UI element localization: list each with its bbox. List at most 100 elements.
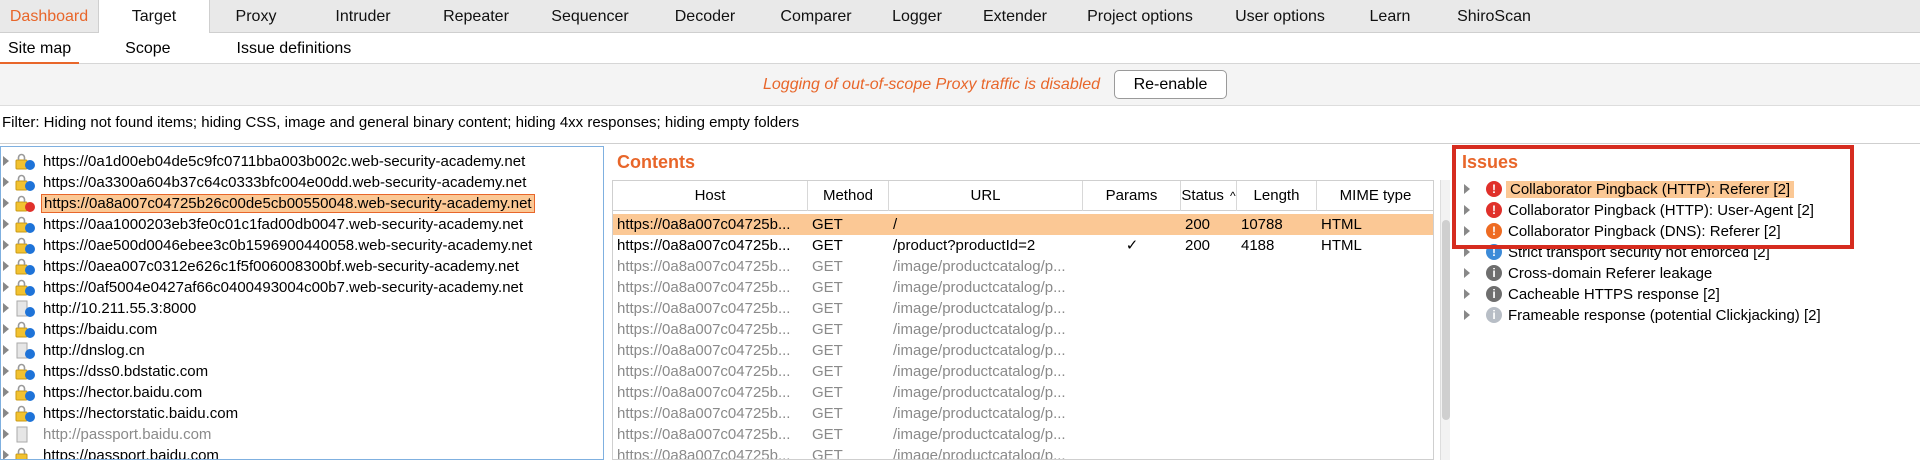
- table-row[interactable]: https://0a8a007c04725b... GET/image/produ…: [613, 340, 1433, 361]
- site-tree-item[interactable]: https://0a1d00eb04de5c9fc0711bba003b002c…: [1, 151, 603, 172]
- table-row[interactable]: https://0a8a007c04725b... GET/image/produ…: [613, 382, 1433, 403]
- cell-host: https://0a8a007c04725b...: [617, 342, 791, 359]
- expand-arrow-icon[interactable]: [1464, 184, 1470, 194]
- lock-blue-dot-icon: [15, 237, 37, 255]
- expand-arrow-icon[interactable]: [3, 177, 9, 187]
- expand-arrow-icon[interactable]: [3, 387, 9, 397]
- column-header-url[interactable]: URL: [889, 181, 1083, 211]
- site-tree-item[interactable]: https://baidu.com: [1, 319, 603, 340]
- tab-extender[interactable]: Extender: [960, 0, 1070, 33]
- expand-arrow-icon[interactable]: [3, 366, 9, 376]
- scrollbar-thumb[interactable]: [1442, 220, 1450, 420]
- column-header-params[interactable]: Params: [1083, 181, 1181, 211]
- tab-project-options[interactable]: Project options: [1070, 0, 1210, 33]
- site-tree-item[interactable]: https://0ae500d0046ebee3c0b1596900440058…: [1, 235, 603, 256]
- site-tree-item[interactable]: https://passport.baidu.com: [1, 445, 603, 459]
- table-row[interactable]: https://0a8a007c04725b... GET/image/produ…: [613, 298, 1433, 319]
- column-header-label: Length: [1253, 187, 1300, 204]
- tab-user-options[interactable]: User options: [1210, 0, 1350, 33]
- tab-sequencer[interactable]: Sequencer: [528, 0, 652, 33]
- issue-item[interactable]: i Frameable response (potential Clickjack…: [1462, 305, 1912, 326]
- tab-comparer[interactable]: Comparer: [758, 0, 874, 33]
- tab-proxy[interactable]: Proxy: [210, 0, 302, 33]
- site-tree-item[interactable]: https://hectorstatic.baidu.com: [1, 403, 603, 424]
- filter-bar[interactable]: Filter: Hiding not found items; hiding C…: [0, 106, 1920, 144]
- expand-arrow-icon[interactable]: [1464, 205, 1470, 215]
- subtab-site-map[interactable]: Site map: [0, 33, 80, 64]
- tab-target[interactable]: Target: [98, 0, 210, 33]
- column-header-host[interactable]: Host: [613, 181, 808, 211]
- page-blue-dot-icon: [15, 342, 37, 360]
- expand-arrow-icon[interactable]: [3, 429, 9, 439]
- tab-logger[interactable]: Logger: [874, 0, 960, 33]
- table-row[interactable]: https://0a8a007c04725b... GET/image/produ…: [613, 277, 1433, 298]
- table-row[interactable]: https://0a8a007c04725b... GET/image/produ…: [613, 403, 1433, 424]
- site-tree-item[interactable]: https://0aa1000203eb3fe0c01c1fad00db0047…: [1, 214, 603, 235]
- issue-item[interactable]: ! Collaborator Pingback (DNS): Referer [2…: [1462, 221, 1912, 242]
- expand-arrow-icon[interactable]: [3, 198, 9, 208]
- table-row[interactable]: https://0a8a007c04725b... GET/image/produ…: [613, 361, 1433, 382]
- expand-arrow-icon[interactable]: [1464, 268, 1470, 278]
- site-tree-item-label: https://0a1d00eb04de5c9fc0711bba003b002c…: [43, 153, 526, 170]
- lock-blue-dot-icon: [15, 279, 37, 297]
- expand-arrow-icon[interactable]: [3, 345, 9, 355]
- expand-arrow-icon[interactable]: [3, 261, 9, 271]
- expand-arrow-icon[interactable]: [1464, 289, 1470, 299]
- expand-arrow-icon[interactable]: [3, 282, 9, 292]
- subtab-scope[interactable]: Scope: [117, 33, 178, 64]
- site-tree-item[interactable]: https://dss0.bdstatic.com: [1, 361, 603, 382]
- expand-arrow-icon[interactable]: [3, 303, 9, 313]
- sub-tab-bar: Site map Scope Issue definitions: [0, 33, 1920, 64]
- tab-intruder[interactable]: Intruder: [302, 0, 424, 33]
- table-row[interactable]: https://0a8a007c04725b... GET / 200 10788 HTM…: [613, 214, 1433, 235]
- tab-decoder[interactable]: Decoder: [652, 0, 758, 33]
- issue-item[interactable]: ! Strict transport security not enforced …: [1462, 242, 1912, 263]
- expand-arrow-icon[interactable]: [1464, 247, 1470, 257]
- site-tree-item[interactable]: http://passport.baidu.com: [1, 424, 603, 445]
- table-row[interactable]: https://0a8a007c04725b... GET/product?pro…: [613, 235, 1433, 256]
- tab-dashboard[interactable]: Dashboard: [0, 0, 98, 33]
- site-tree-item[interactable]: http://dnslog.cn: [1, 340, 603, 361]
- column-header-length[interactable]: Length: [1237, 181, 1317, 211]
- subtab-issue-definitions[interactable]: Issue definitions: [229, 33, 360, 64]
- cell-url: /image/productcatalog/p...: [893, 447, 1066, 460]
- table-row[interactable]: https://0a8a007c04725b... GET/image/produ…: [613, 424, 1433, 445]
- table-row[interactable]: https://0a8a007c04725b... GET/image/produ…: [613, 256, 1433, 277]
- expand-arrow-icon[interactable]: [3, 324, 9, 334]
- table-row[interactable]: https://0a8a007c04725b... GET/image/produ…: [613, 445, 1433, 460]
- lock-blue-dot-icon: [15, 321, 37, 339]
- site-tree-item[interactable]: http://10.211.55.3:8000: [1, 298, 603, 319]
- cell-method: GET: [812, 384, 843, 401]
- issue-item[interactable]: ! Collaborator Pingback (HTTP): Referer […: [1462, 179, 1912, 200]
- tab-shiroscan[interactable]: ShiroScan: [1430, 0, 1558, 33]
- expand-arrow-icon[interactable]: [3, 240, 9, 250]
- tab-repeater[interactable]: Repeater: [424, 0, 528, 33]
- site-tree-item[interactable]: https://0a3300a604b37c64c0333bfc004e00dd…: [1, 172, 603, 193]
- issue-item[interactable]: ! Collaborator Pingback (HTTP): User-Agen…: [1462, 200, 1912, 221]
- site-map-tree[interactable]: https://0a1d00eb04de5c9fc0711bba003b002c…: [0, 146, 604, 460]
- cell-length: 10788: [1241, 216, 1283, 233]
- column-header-mime-type[interactable]: MIME type: [1317, 181, 1433, 211]
- expand-arrow-icon[interactable]: [3, 408, 9, 418]
- site-tree-item[interactable]: https://0a8a007c04725b26c00de5cb00550048…: [1, 193, 603, 214]
- expand-arrow-icon[interactable]: [1464, 310, 1470, 320]
- re-enable-button[interactable]: Re-enable: [1114, 70, 1227, 99]
- expand-arrow-icon[interactable]: [3, 156, 9, 166]
- table-row[interactable]: https://0a8a007c04725b... GET/image/produ…: [613, 319, 1433, 340]
- issues-title: Issues: [1462, 152, 1519, 172]
- contents-scrollbar[interactable]: [1440, 180, 1450, 460]
- tab-learn[interactable]: Learn: [1350, 0, 1430, 33]
- site-tree-item[interactable]: https://0af5004e0427af66c0400493004c00b7…: [1, 277, 603, 298]
- column-header-method[interactable]: Method: [808, 181, 889, 211]
- expand-arrow-icon[interactable]: [1464, 226, 1470, 236]
- issue-item[interactable]: i Cross-domain Referer leakage: [1462, 263, 1912, 284]
- lock-blue-dot-icon: [15, 363, 37, 381]
- expand-arrow-icon[interactable]: [3, 450, 9, 459]
- site-tree-item[interactable]: https://hector.baidu.com: [1, 382, 603, 403]
- contents-table[interactable]: Host Method URL Params Status ^ Length MIME typ…: [612, 180, 1434, 460]
- issue-item[interactable]: i Cacheable HTTPS response [2]: [1462, 284, 1912, 305]
- column-header-status[interactable]: Status ^: [1181, 181, 1237, 211]
- site-tree-item[interactable]: https://0aea007c0312e626c1f5f006008300bf…: [1, 256, 603, 277]
- expand-arrow-icon[interactable]: [3, 219, 9, 229]
- cell-url: /image/productcatalog/p...: [893, 384, 1066, 401]
